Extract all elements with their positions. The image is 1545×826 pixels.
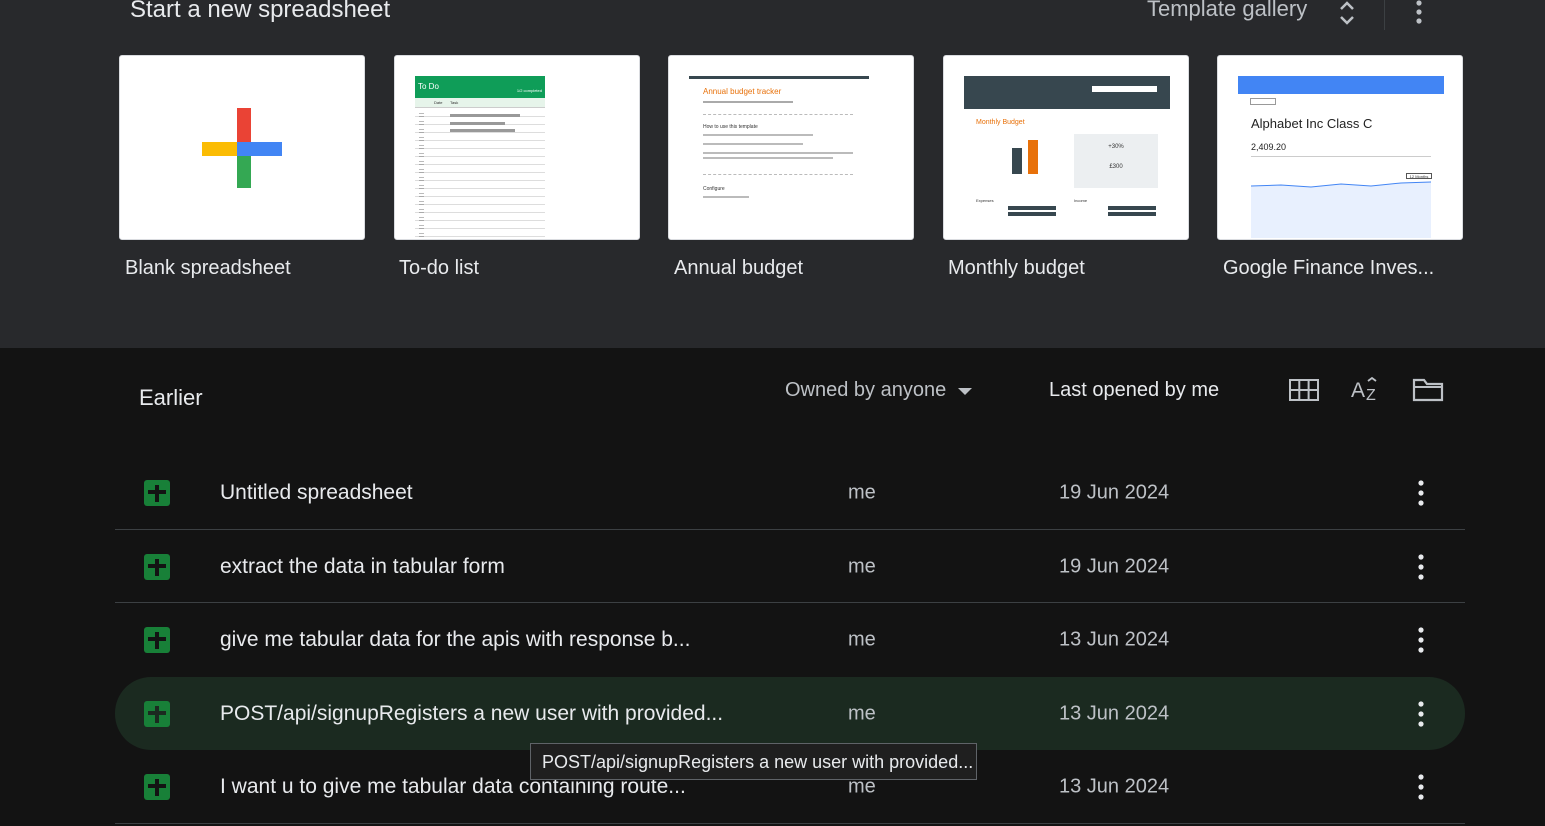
more-vert-icon[interactable] — [1411, 626, 1431, 653]
monthly-inc-bar — [1108, 212, 1156, 216]
file-name[interactable]: POST/api/signupRegisters a new user with… — [220, 702, 723, 726]
todo-header: To Do — [418, 82, 439, 91]
file-date: 13 Jun 2024 — [1059, 628, 1170, 650]
file-owner: me — [848, 628, 876, 650]
monthly-title: Monthly Budget — [976, 119, 1025, 126]
monthly-stat1: +30% — [1108, 144, 1124, 150]
template-finance[interactable]: Alphabet Inc Class C 2,409.20 12 Months — [1217, 55, 1463, 240]
todo-header-bar: To Do 1/2 completed — [415, 76, 545, 98]
list-section-title: Earlier — [139, 385, 203, 410]
owner-filter-label: Owned by anyone — [785, 379, 947, 401]
sort-az-icon[interactable]: A Z — [1351, 376, 1381, 404]
folder-icon[interactable] — [1412, 378, 1444, 402]
monthly-top-bar — [964, 76, 1170, 109]
file-owner: me — [848, 555, 876, 577]
more-vert-icon[interactable] — [1411, 773, 1431, 800]
template-section: Start a new spreadsheet Template gallery… — [0, 0, 1545, 348]
template-label-finance[interactable]: Google Finance Inves... — [1223, 257, 1469, 280]
unfold-icon[interactable] — [1337, 0, 1357, 26]
file-name[interactable]: give me tabular data for the apis with r… — [220, 628, 690, 652]
todo-col-date: Date — [434, 100, 443, 105]
monthly-bar-start — [1012, 148, 1022, 174]
finance-price: 2,409.20 — [1251, 142, 1287, 152]
annual-line — [703, 101, 793, 103]
owner-filter-dropdown[interactable]: Owned by anyone — [785, 379, 973, 402]
todo-checkboxes — [419, 111, 424, 239]
template-annual-budget[interactable]: Annual budget tracker How to use this te… — [668, 55, 914, 240]
template-monthly-budget[interactable]: Monthly Budget +30% £300 Expenses Income — [943, 55, 1189, 240]
sheets-file-icon — [144, 626, 170, 653]
sort-dropdown[interactable]: Last opened by me — [1049, 379, 1219, 402]
file-date: 19 Jun 2024 — [1059, 481, 1170, 503]
file-date: 13 Jun 2024 — [1059, 775, 1170, 797]
file-row[interactable]: give me tabular data for the apis with r… — [115, 603, 1465, 676]
annual-top-bar — [689, 76, 869, 79]
row-divider — [115, 823, 1465, 824]
todo-line — [450, 129, 515, 132]
file-date: 13 Jun 2024 — [1059, 702, 1170, 724]
file-owner: me — [848, 481, 876, 503]
section-title: Start a new spreadsheet — [130, 0, 391, 23]
todo-col-task: Task — [450, 100, 459, 105]
annual-line — [703, 157, 833, 159]
monthly-exp-bar — [1008, 206, 1056, 210]
annual-section1: How to use this template — [703, 124, 758, 130]
more-vert-icon[interactable] — [1411, 553, 1431, 580]
file-name[interactable]: extract the data in tabular form — [220, 555, 505, 579]
monthly-stat2: £300 — [1109, 164, 1123, 170]
dropdown-arrow-icon — [958, 388, 973, 395]
todo-sub: 1/2 completed — [516, 88, 542, 93]
finance-chart — [1251, 181, 1431, 238]
annual-title: Annual budget tracker — [703, 87, 782, 96]
file-row[interactable]: Untitled spreadsheet me 19 Jun 2024 — [115, 456, 1465, 529]
sheets-file-icon — [144, 553, 170, 580]
file-date: 19 Jun 2024 — [1059, 555, 1170, 577]
finance-title: Alphabet Inc Class C — [1251, 116, 1373, 131]
monthly-stat-box: +30% £300 — [1074, 134, 1158, 188]
monthly-exp-bar — [1008, 212, 1056, 216]
finance-top-bar — [1238, 76, 1444, 94]
template-blank[interactable] — [119, 55, 365, 240]
annual-line — [703, 152, 853, 154]
plus-icon — [202, 108, 282, 188]
file-name-tooltip: POST/api/signupRegisters a new user with… — [530, 743, 977, 780]
template-label-blank[interactable]: Blank spreadsheet — [125, 257, 371, 280]
annual-divider — [703, 114, 853, 115]
annual-line — [703, 143, 803, 145]
monthly-income: Income — [1074, 198, 1088, 203]
file-name[interactable]: Untitled spreadsheet — [220, 481, 413, 505]
annual-line — [703, 134, 813, 136]
divider — [1384, 0, 1385, 30]
template-label-annual[interactable]: Annual budget — [674, 257, 920, 280]
svg-text:A: A — [1351, 379, 1365, 402]
annual-section2: Configure — [703, 186, 725, 192]
more-vert-icon[interactable] — [1411, 700, 1431, 727]
sheets-file-icon — [144, 700, 170, 727]
todo-line — [450, 114, 520, 117]
annual-divider — [703, 174, 853, 175]
template-label-monthly[interactable]: Monthly budget — [948, 257, 1194, 280]
template-label-todo[interactable]: To-do list — [399, 257, 645, 280]
template-gallery-button[interactable]: Template gallery — [1147, 0, 1307, 22]
annual-line — [703, 196, 749, 198]
svg-text:Z: Z — [1366, 387, 1376, 404]
monthly-inc-bar — [1108, 206, 1156, 210]
monthly-input — [1092, 86, 1157, 92]
file-owner: me — [848, 702, 876, 724]
todo-line — [450, 122, 505, 125]
grid-view-icon[interactable] — [1289, 379, 1319, 401]
template-todo[interactable]: To Do 1/2 completed Date Task — [394, 55, 640, 240]
sheets-file-icon — [144, 479, 170, 506]
todo-col-header: Date Task — [415, 98, 545, 108]
file-row[interactable]: extract the data in tabular form me 19 J… — [115, 530, 1465, 603]
more-vert-icon[interactable] — [1408, 0, 1430, 24]
more-vert-icon[interactable] — [1411, 479, 1431, 506]
file-row-hovered[interactable]: POST/api/signupRegisters a new user with… — [115, 677, 1465, 750]
finance-divider — [1251, 156, 1431, 157]
monthly-bar-end — [1028, 140, 1038, 174]
finance-input — [1250, 98, 1276, 105]
monthly-expenses: Expenses — [976, 198, 994, 203]
sheets-file-icon — [144, 773, 170, 800]
